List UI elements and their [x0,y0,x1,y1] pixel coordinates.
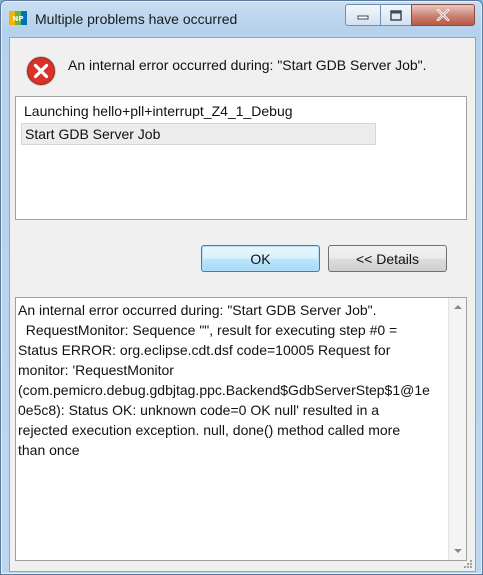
close-button[interactable] [411,4,475,26]
minimize-button[interactable] [345,4,381,26]
error-message: An internal error occurred during: "Star… [68,57,427,73]
vertical-scrollbar[interactable] [448,298,466,560]
title-bar[interactable]: NP Multiple problems have occurred [1,1,482,37]
list-item-selected[interactable]: Start GDB Server Job [21,123,376,145]
close-icon [436,9,450,21]
window-title: Multiple problems have occurred [35,11,238,27]
details-toggle-button[interactable]: << Details [328,245,447,272]
resize-grip-icon[interactable] [463,559,473,569]
list-item[interactable]: Launching hello+pll+interrupt_Z4_1_Debug [21,101,293,121]
scroll-down-icon[interactable] [454,549,462,553]
problems-list[interactable]: Launching hello+pll+interrupt_Z4_1_Debug… [15,96,467,220]
nxp-logo-icon: NP [9,11,27,25]
scroll-up-icon[interactable] [454,305,462,309]
maximize-button[interactable] [380,4,412,26]
details-text: An internal error occurred during: "Star… [18,302,430,458]
ok-button[interactable]: OK [201,245,320,272]
minimize-icon [357,15,369,20]
svg-text:NP: NP [13,15,24,23]
maximize-icon [390,9,402,21]
details-text-area[interactable]: An internal error occurred during: "Star… [15,297,467,561]
error-icon [26,56,56,86]
dialog-content: An internal error occurred during: "Star… [9,37,476,572]
dialog-window: NP Multiple problems have occurred An in… [0,0,483,575]
